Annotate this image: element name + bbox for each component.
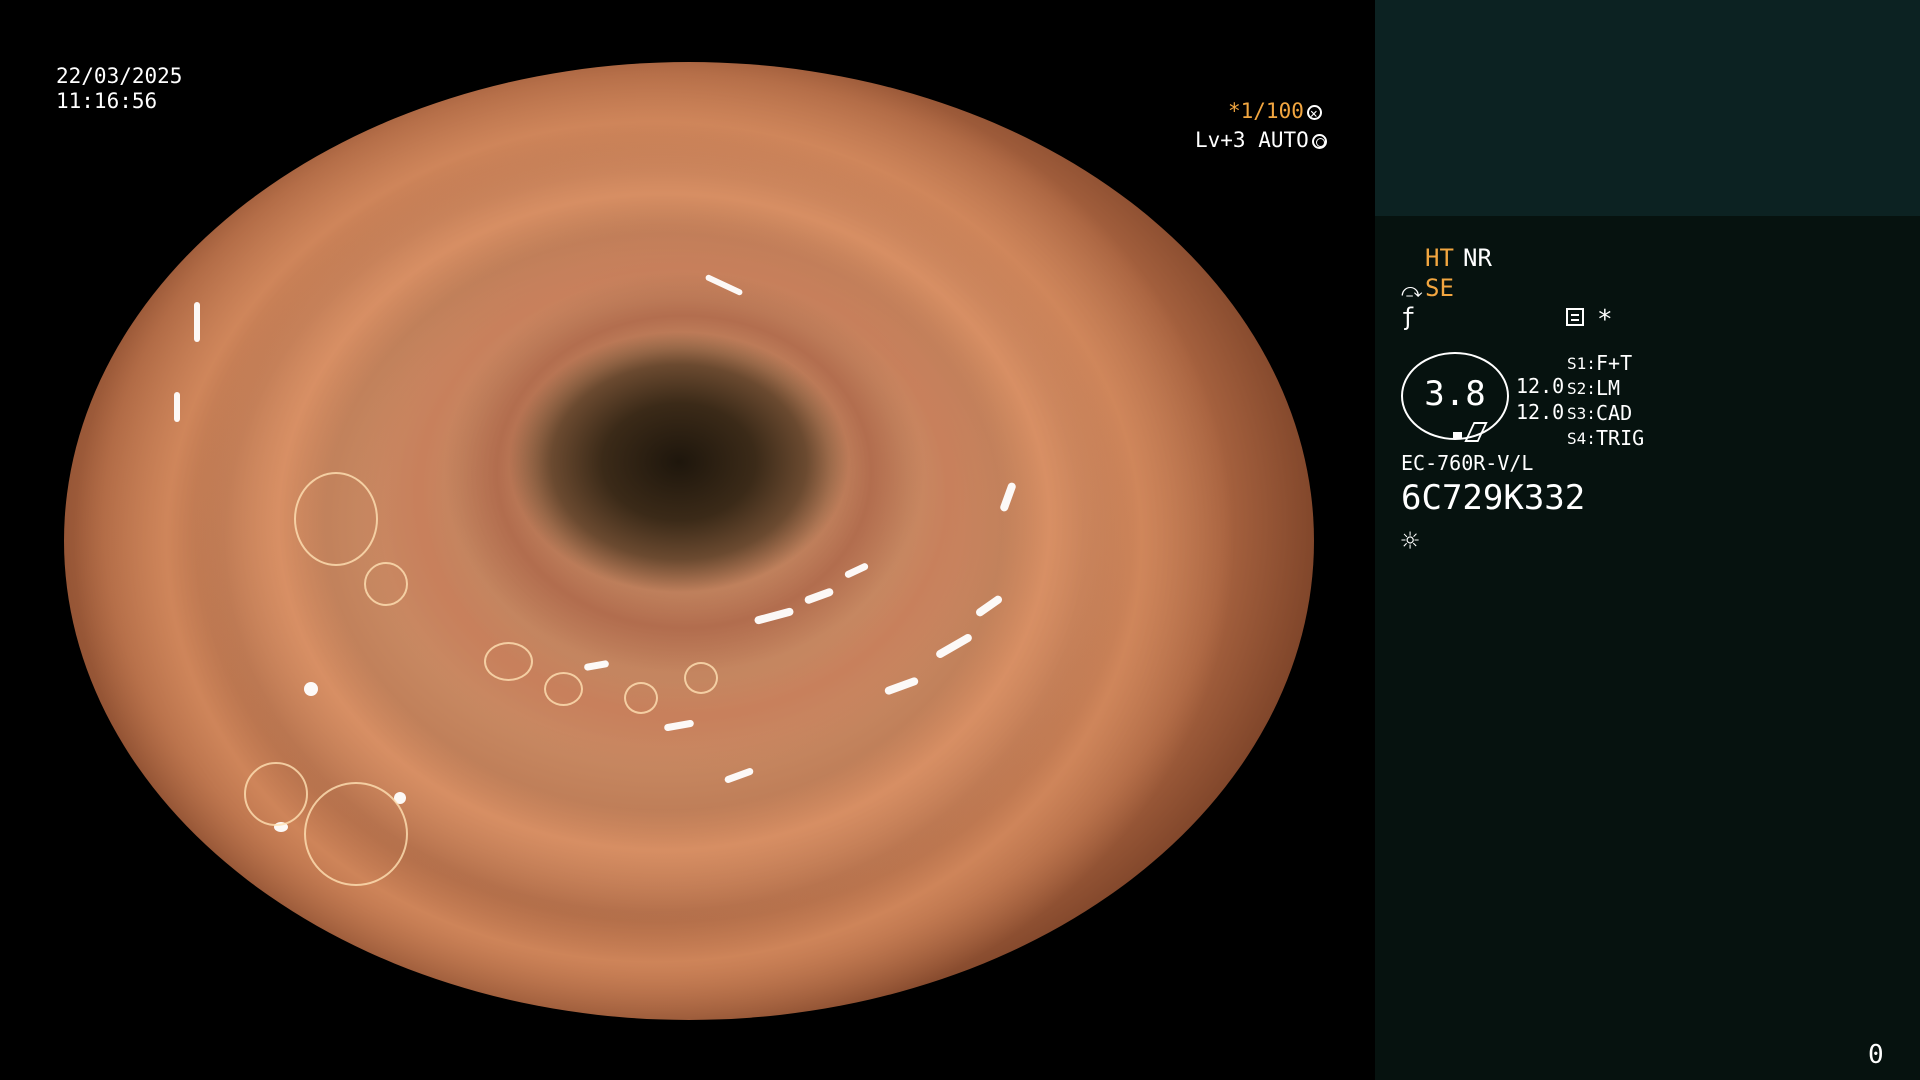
panel-header <box>1375 0 1920 216</box>
reflection <box>583 659 610 672</box>
frame-mask-top <box>0 0 1375 62</box>
nr-indicator: NR <box>1463 244 1492 272</box>
light-icon: ☼ <box>1401 524 1420 559</box>
frame-counter: 0 <box>1868 1040 1884 1070</box>
setting-value: LM <box>1596 376 1621 400</box>
reflection <box>304 682 318 696</box>
star-indicator: * <box>1597 305 1613 335</box>
brightness-level: Lv+3 AUTO <box>1195 128 1327 153</box>
setting-key: S3: <box>1567 404 1596 423</box>
bubble <box>294 472 378 566</box>
reflection <box>194 302 200 342</box>
scope-serial: 6C729K332 <box>1401 478 1586 518</box>
time: 11:16:56 <box>56 89 158 113</box>
shutter-speed: *1/100 <box>1228 99 1322 127</box>
setting-value: TRIG <box>1596 426 1645 450</box>
gauge-marker <box>1453 432 1462 439</box>
document-icon <box>1566 308 1584 326</box>
frame-mask-bottom <box>0 1020 1375 1080</box>
reflection <box>934 632 974 660</box>
reflection <box>723 767 755 784</box>
aperture-icon <box>1306 102 1322 127</box>
reflection <box>174 392 180 422</box>
scope-model: EC-760R-V/L <box>1401 451 1534 475</box>
function-icon: ƒ <box>1401 303 1416 331</box>
reflection <box>663 719 695 732</box>
bubble <box>684 662 718 694</box>
auto-iris-icon <box>1311 134 1327 149</box>
setting-key: S4: <box>1567 429 1596 448</box>
reflection <box>753 606 795 626</box>
endoscope-view: 22/03/2025 11:16:56 *1/100 Lv+3 AUTO <box>0 0 1375 1080</box>
reflection <box>974 594 1004 618</box>
gauge-reading-bottom: 12.0 <box>1516 400 1565 424</box>
se-indicator: SE <box>1425 274 1454 302</box>
gauge-value: 3.8 <box>1424 374 1486 414</box>
bubble <box>244 762 308 826</box>
level-value: Lv+3 AUTO <box>1195 128 1309 152</box>
bubble <box>484 642 533 681</box>
reflection <box>704 273 744 297</box>
setting-key: S1: <box>1567 354 1596 373</box>
setting-key: S2: <box>1567 379 1596 398</box>
reflection <box>803 587 835 605</box>
gauge-reading-top: 12.0 <box>1516 374 1565 398</box>
setting-value: CAD <box>1596 401 1633 425</box>
reflection <box>883 676 920 696</box>
gauge-tilt-icon <box>1464 422 1488 442</box>
scope-tip-icon: ⤼ <box>1401 278 1423 302</box>
shutter-value: *1/100 <box>1228 99 1304 123</box>
ht-indicator: HT <box>1425 244 1454 272</box>
reflection <box>999 481 1017 513</box>
gauge: 3.8 <box>1401 352 1509 442</box>
reflection <box>843 562 870 579</box>
bubble <box>624 682 658 714</box>
endoscopic-image <box>64 62 1314 1020</box>
setting-value: F+T <box>1596 351 1633 375</box>
bubble <box>304 782 408 886</box>
bubble <box>544 672 583 706</box>
date-time: 22/03/2025 11:16:56 <box>56 64 182 114</box>
bubble <box>364 562 408 606</box>
date: 22/03/2025 <box>56 64 183 88</box>
info-panel: HT NR ⤼ SE ƒ * 3.8 12.0 12.0 S1: F+T S2:… <box>1375 0 1920 1080</box>
